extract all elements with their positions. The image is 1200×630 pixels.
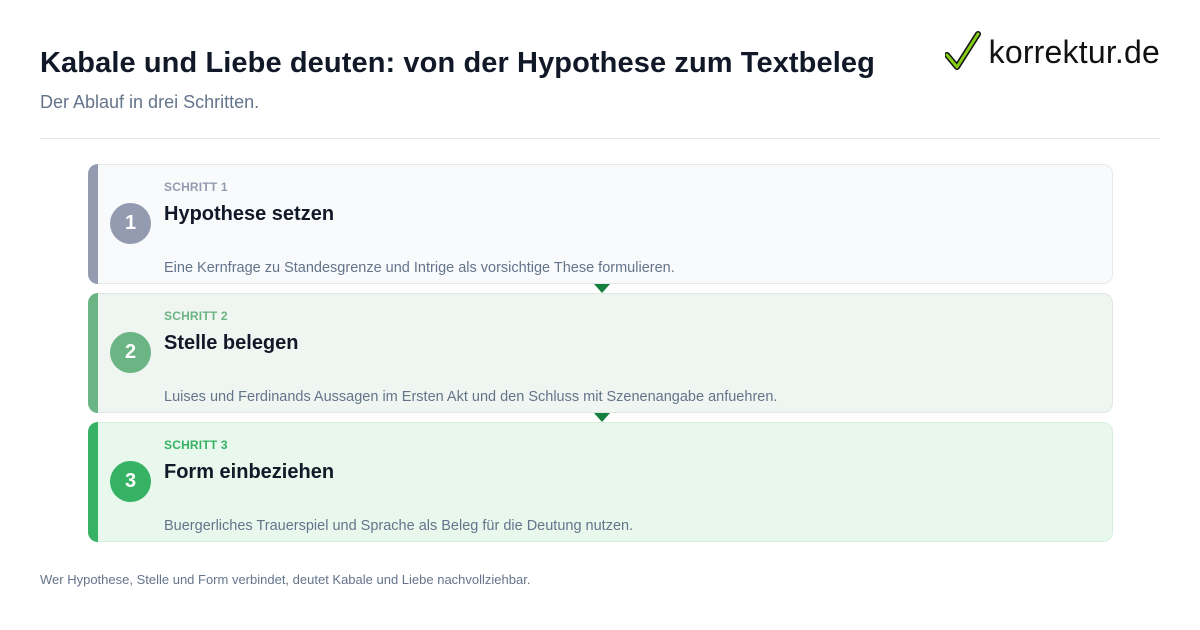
connector-arrow-icon (594, 413, 610, 422)
logo-text: korrektur.de (988, 34, 1160, 70)
step-list: 1 SCHRITT 1 Hypothese setzen Eine Kernfr… (88, 164, 1113, 551)
footer-note: Wer Hypothese, Stelle und Form verbindet… (40, 572, 531, 587)
logo[interactable]: korrektur.de (944, 30, 1160, 74)
page-subtitle: Der Ablauf in drei Schritten. (40, 92, 260, 112)
step-card-2: 2 SCHRITT 2 Stelle belegen Luises und Fe… (88, 293, 1113, 422)
step-description: Buergerliches Trauerspiel und Sprache al… (164, 518, 634, 534)
step-accent-bar (88, 164, 98, 284)
step-accent-bar (88, 293, 98, 413)
step-title: Hypothese setzen (164, 203, 335, 225)
connector-arrow-icon (594, 284, 610, 293)
step-number-badge: 1 (110, 203, 151, 244)
step-label: SCHRITT 1 (164, 180, 228, 194)
checkmark-icon (944, 31, 981, 70)
step-number-badge: 3 (110, 461, 151, 502)
step-card-3: 3 SCHRITT 3 Form einbeziehen Buergerlich… (88, 422, 1113, 542)
step-label: SCHRITT 2 (164, 309, 228, 323)
step-description: Eine Kernfrage zu Standesgrenze und Intr… (164, 260, 675, 276)
step-title: Form einbeziehen (164, 461, 335, 483)
step-label: SCHRITT 3 (164, 438, 228, 452)
step-description: Luises und Ferdinands Aussagen im Ersten… (164, 389, 778, 405)
step-accent-bar (88, 422, 98, 542)
step-number-badge: 2 (110, 332, 151, 373)
step-card-1: 1 SCHRITT 1 Hypothese setzen Eine Kernfr… (88, 164, 1113, 293)
step-title: Stelle belegen (164, 332, 299, 354)
header-divider (40, 138, 1160, 139)
